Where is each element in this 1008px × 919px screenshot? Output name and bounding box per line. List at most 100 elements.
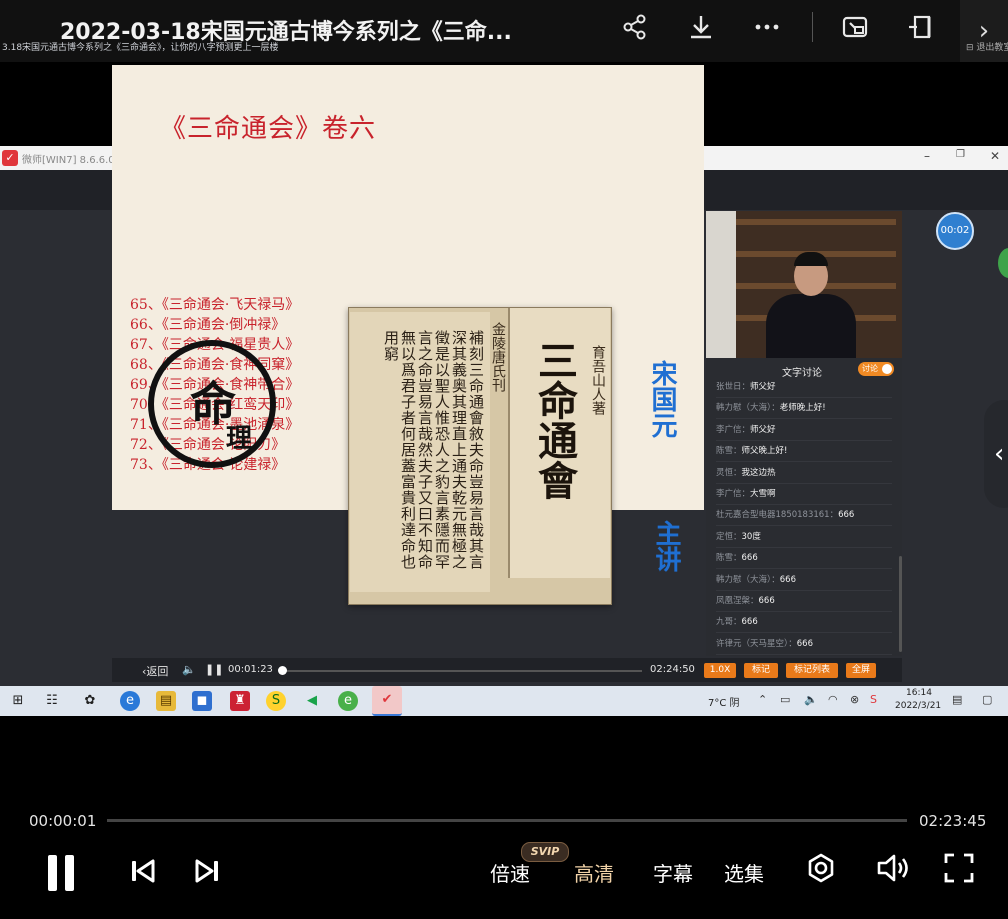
pause-icon[interactable]: ❚❚ bbox=[205, 663, 223, 676]
chat-message: 李广信：师父好 bbox=[716, 420, 892, 441]
chat-text: 大雪啊 bbox=[750, 489, 776, 499]
chapter-item: 65、《三命通会·飞天禄马》 bbox=[130, 297, 300, 313]
speaker-icon[interactable]: 🔈 bbox=[804, 693, 818, 706]
app-yellow-icon[interactable]: S bbox=[266, 691, 286, 711]
exit-classroom-button[interactable]: ⊟ 退出教室 bbox=[966, 40, 1008, 53]
windows-start-icon[interactable]: ⊞ bbox=[8, 691, 28, 711]
file-explorer-icon[interactable]: ▤ bbox=[156, 691, 176, 711]
player-current-time: 00:00:01 bbox=[29, 812, 97, 830]
chat-username: 定恒： bbox=[716, 531, 742, 542]
course-title: 3.18宋国元通古博今系列之《三命通会》，让你的八字预测更上一层楼 bbox=[2, 43, 279, 53]
mark-list-button[interactable]: 标记列表 bbox=[786, 663, 838, 678]
svip-badge: SVIP bbox=[521, 842, 569, 862]
book-side-text: 金陵唐氏刊 bbox=[490, 322, 506, 392]
chat-username: 李广信： bbox=[716, 489, 751, 499]
chat-text: 师父晚上好! bbox=[741, 446, 788, 457]
chat-username: 杜元嘉合型电器18501831​61： bbox=[716, 510, 839, 521]
chat-username: 陈雪： bbox=[716, 553, 742, 564]
subtitle-option[interactable]: 字幕 bbox=[653, 858, 693, 887]
previous-button[interactable] bbox=[130, 858, 156, 890]
chat-text: 30度 bbox=[741, 531, 761, 542]
chat-text: 师父好 bbox=[750, 382, 776, 392]
pip-icon[interactable] bbox=[904, 10, 938, 44]
toolbar-divider bbox=[812, 12, 813, 42]
mingli-seal: 命 理 bbox=[148, 340, 276, 468]
book-page-text: 補刻三命通會敘夫命豈易言哉其言深其義奥其理直上通夫乾元無極之徵是以聖人惟恐人之豹… bbox=[382, 330, 484, 570]
notification-icon[interactable]: ▢ bbox=[982, 693, 992, 706]
pause-icon bbox=[48, 855, 57, 891]
app-pinwheel-icon[interactable]: ✿ bbox=[80, 691, 100, 711]
volume-icon[interactable] bbox=[876, 852, 910, 891]
chat-message: 李广信：大雪啊 bbox=[716, 484, 892, 505]
chat-message: 陈雪：师父晚上好! bbox=[716, 441, 892, 463]
speed-option[interactable]: 倍速 bbox=[490, 858, 530, 887]
speed-button[interactable]: 1.0X bbox=[704, 663, 736, 678]
book-cover-title: 三命通會 bbox=[531, 340, 578, 500]
exit-label: 退出教室 bbox=[976, 43, 1008, 53]
mark-button[interactable]: 标记 bbox=[744, 663, 778, 678]
fullscreen-button[interactable]: 全屏 bbox=[846, 663, 876, 678]
episodes-option[interactable]: 选集 bbox=[724, 858, 764, 887]
quality-option[interactable]: 高清 bbox=[574, 858, 614, 887]
chat-message: 韩力慰（大海）：666 bbox=[716, 570, 892, 591]
weather-widget[interactable]: 7°C 阴 bbox=[708, 694, 740, 709]
book-author: 育吾山人著 bbox=[590, 345, 606, 415]
battery-icon[interactable]: ▭ bbox=[780, 693, 790, 706]
clock-date[interactable]: 2022/3/21 bbox=[895, 701, 941, 711]
clock-time[interactable]: 16:14 bbox=[906, 688, 932, 698]
discussion-toggle[interactable]: 讨论 bbox=[858, 362, 894, 376]
pause-icon-bar bbox=[65, 855, 74, 891]
host-role: 主讲 bbox=[651, 520, 681, 572]
task-view-icon[interactable]: ☷ bbox=[42, 691, 62, 711]
player-duration: 02:23:45 bbox=[919, 812, 987, 830]
timer-badge[interactable]: 00:02 bbox=[936, 212, 974, 250]
notes-icon[interactable]: ▤ bbox=[952, 693, 962, 706]
download-icon[interactable] bbox=[684, 10, 718, 44]
tray-expand-icon[interactable]: ⌃ bbox=[758, 693, 767, 706]
chat-text: 666 bbox=[758, 596, 775, 606]
app-tray-icon[interactable]: ♜ bbox=[230, 691, 250, 711]
chat-message: 杜元嘉合型电器18501831​61：666 bbox=[716, 505, 892, 527]
seal-char-li: 理 bbox=[226, 424, 253, 454]
chat-username: 李广信： bbox=[716, 424, 751, 435]
tray-close-icon[interactable]: ⊗ bbox=[850, 693, 859, 706]
window-close-button[interactable]: ✕ bbox=[990, 149, 1000, 163]
chat-text: 666 bbox=[796, 638, 813, 649]
player-progress-track[interactable] bbox=[107, 819, 907, 822]
volume-icon[interactable]: 🔈 bbox=[182, 663, 196, 676]
tray-app-icon[interactable]: S bbox=[870, 693, 877, 706]
edge-browser-icon[interactable]: e bbox=[120, 691, 140, 711]
chat-scrollbar[interactable] bbox=[899, 556, 902, 652]
chat-username: 陈雪： bbox=[716, 446, 742, 457]
screen-cast-icon[interactable] bbox=[838, 10, 872, 44]
inner-progress-track[interactable] bbox=[282, 670, 642, 672]
slide-header: 《三命通会》卷六 bbox=[160, 114, 377, 144]
app-logo-icon: ✓ bbox=[2, 150, 18, 166]
pause-button[interactable] bbox=[46, 855, 76, 891]
back-button[interactable]: ‹返回 bbox=[142, 663, 168, 679]
chat-message: 张世日：师父好 bbox=[716, 377, 892, 398]
weishi-app-icon[interactable]: ✔ bbox=[372, 686, 402, 716]
store-icon[interactable]: ◼ bbox=[192, 691, 212, 711]
next-button[interactable] bbox=[194, 858, 220, 890]
app-green-e-icon[interactable]: e bbox=[338, 691, 358, 711]
chat-message: 灵恒：我这边热 bbox=[716, 463, 892, 484]
chat-username: 凤凰涅槃： bbox=[716, 596, 759, 606]
window-minimize-button[interactable]: – bbox=[924, 149, 930, 163]
share-icon[interactable] bbox=[618, 10, 652, 44]
inner-progress-handle[interactable] bbox=[278, 666, 287, 675]
chat-username: 张世日： bbox=[716, 382, 751, 392]
app-bird-icon[interactable]: ◀ bbox=[302, 691, 322, 711]
chat-text: 666 bbox=[779, 574, 796, 585]
chat-message: 凤凰涅槃：666 bbox=[716, 591, 892, 612]
chat-text: 我这边热 bbox=[741, 467, 776, 478]
fullscreen-icon[interactable] bbox=[943, 852, 975, 891]
settings-icon[interactable] bbox=[805, 852, 837, 891]
chat-username: 九哥： bbox=[716, 617, 742, 628]
side-collapse-arrow[interactable]: ‹ bbox=[984, 400, 1008, 508]
window-restore-button[interactable]: ❐ bbox=[956, 149, 965, 160]
more-icon[interactable] bbox=[750, 10, 784, 44]
teacher-camera bbox=[706, 211, 902, 358]
wifi-icon[interactable]: ◠ bbox=[828, 693, 838, 706]
chat-text: 666 bbox=[741, 553, 758, 564]
